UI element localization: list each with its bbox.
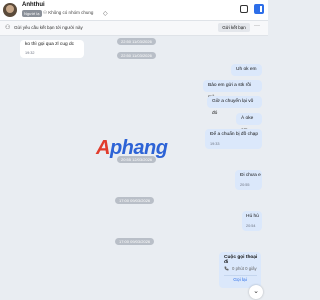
call-again-button[interactable]: Gọi lại <box>219 278 261 283</box>
contact-name[interactable]: Anhthui <box>22 2 45 8</box>
window-icon[interactable] <box>240 5 248 13</box>
message-bubble-outgoing: Uh ok em <box>231 64 262 76</box>
stranger-badge: Người lạ <box>22 10 42 17</box>
message-bubble-outgoing: Hú hú 20:54 <box>242 211 262 231</box>
sidebar-toggle-icon[interactable] <box>254 4 264 14</box>
message-bubble-outgoing: À oke em <box>236 113 262 133</box>
message-text: ko thì gọi qua zl cug dc <box>25 42 75 47</box>
message-bubble-outgoing: Để a chuẩn bị đồ chạp 19:33 <box>205 129 262 149</box>
timestamp-divider: 22:50 11/03/2026 <box>117 52 156 59</box>
tag-icon[interactable]: ◇ <box>103 10 108 17</box>
friend-request-bar: ⚇ Gửi yêu cầu kết bạn tới người này Gửi … <box>0 21 268 36</box>
friend-request-text: Gửi yêu cầu kết bạn tới người này <box>14 25 83 30</box>
group-status: ⚇ Không có nhóm chung <box>43 10 94 15</box>
message-bubble-outgoing: Giờ a chuyển lại vô đó <box>207 96 262 116</box>
more-options-icon[interactable]: ··· <box>254 23 260 29</box>
chat-header: Anhthui Người lạ ⚇ Không có nhóm chung ◇ <box>0 0 268 21</box>
avatar[interactable] <box>3 3 17 17</box>
message-text: Hú hú <box>246 214 259 219</box>
call-message-card: Cuộc gọi thoại đi 0 phút 0 giây Gọi lại <box>219 252 261 288</box>
message-bubble-incoming: ko thì gọi qua zl cug dc 19:32 <box>20 40 84 58</box>
message-time: 19:32 <box>25 51 35 55</box>
message-time: 20:55 <box>240 183 250 187</box>
timestamp-divider: 17:00 09/03/2026 <box>115 197 155 204</box>
timestamp-divider: 22:50 11/03/2026 <box>117 38 156 45</box>
scroll-to-bottom-button[interactable]: ⌄ <box>249 285 263 299</box>
timestamp-divider: 20:55 12/03/2026 <box>117 156 157 163</box>
message-time: 19:33 <box>210 142 220 146</box>
phone-icon <box>224 266 229 271</box>
chevron-down-icon: ⌄ <box>253 288 259 295</box>
add-friend-icon: ⚇ <box>5 25 11 31</box>
message-text: Đi chưa e <box>240 173 261 178</box>
call-title: Cuộc gọi thoại đi <box>224 255 258 265</box>
message-bubble-outgoing: Bảo em gửi a stk rồi mà <box>203 80 262 100</box>
message-bubble-outgoing: Đi chưa e 20:55 <box>235 170 262 190</box>
message-time: 20:54 <box>246 224 256 228</box>
timestamp-divider: 17:00 09/03/2026 <box>115 238 155 245</box>
call-duration: 0 phút 0 giây <box>232 266 257 271</box>
send-friend-request-button[interactable]: Gửi kết bạn <box>218 23 250 32</box>
divider <box>224 275 257 276</box>
message-text: Để a chuẩn bị đồ chạp <box>210 132 259 137</box>
